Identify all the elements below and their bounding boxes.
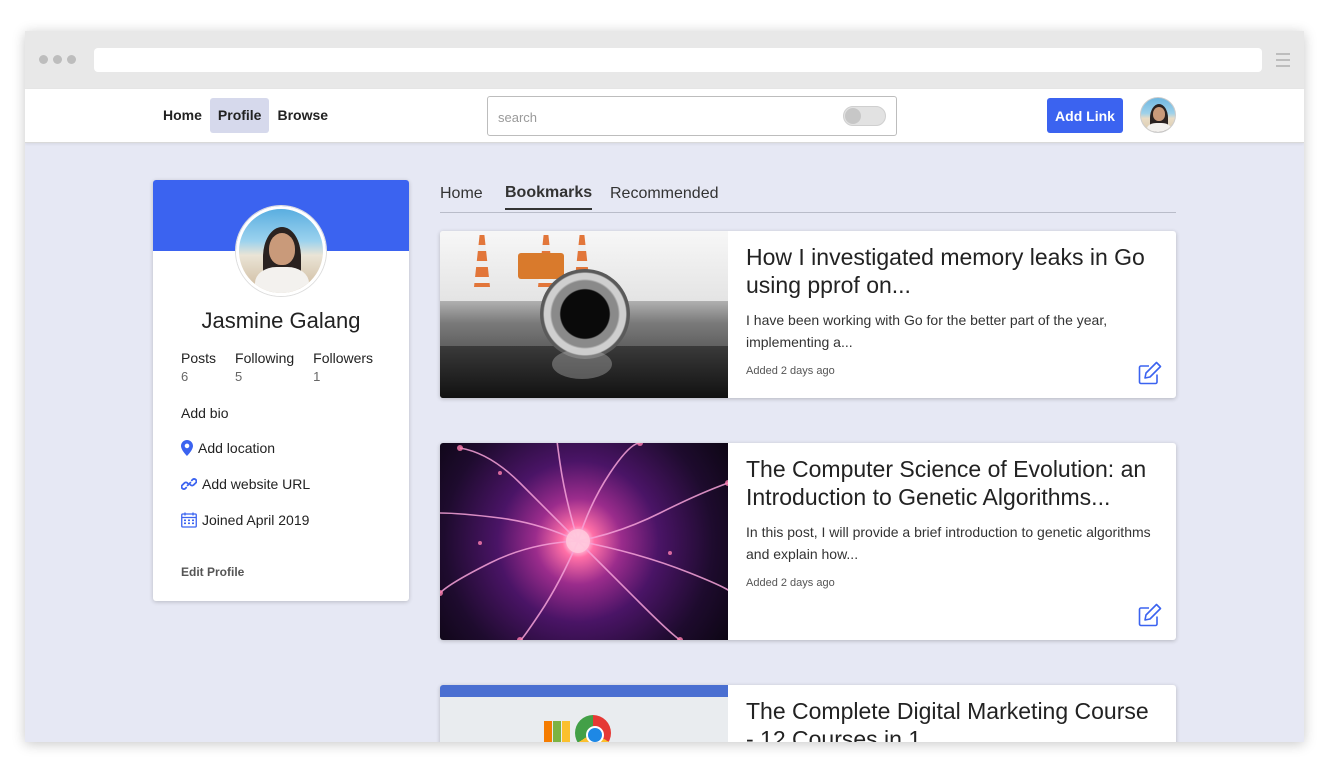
toggle-knob [845, 108, 861, 124]
add-bio-link[interactable]: Add bio [181, 405, 228, 421]
window-dot[interactable] [67, 55, 76, 64]
edit-icon[interactable] [1137, 360, 1163, 386]
bookmark-body: The Computer Science of Evolution: an In… [746, 455, 1156, 589]
window-controls [39, 55, 76, 64]
bookmark-description: In this post, I will provide a brief int… [746, 524, 1151, 562]
location-pin-icon [181, 440, 193, 456]
browser-chrome [25, 31, 1304, 89]
stat-label: Following [235, 350, 295, 366]
menu-icon[interactable] [1276, 53, 1290, 67]
add-link-button[interactable]: Add Link [1047, 98, 1123, 133]
bookmark-image[interactable] [440, 685, 728, 742]
bookmark-card[interactable]: How I investigated memory leaks in Go us… [440, 231, 1176, 398]
bookmark-body: How I investigated memory leaks in Go us… [746, 243, 1156, 377]
bookmark-title[interactable]: The Computer Science of Evolution: an In… [746, 455, 1156, 511]
address-bar[interactable] [94, 48, 1262, 72]
profile-name: Jasmine Galang [201, 308, 361, 333]
bookmark-meta: Added 2 days ago [746, 577, 835, 589]
bookmark-title[interactable]: How I investigated memory leaks in Go us… [746, 243, 1156, 299]
tab-recommended[interactable]: Recommended [610, 185, 719, 209]
bookmark-body: The Complete Digital Marketing Course - … [746, 697, 1156, 742]
stat-posts[interactable]: Posts 6 [181, 350, 216, 384]
add-website-link[interactable]: Add website URL [181, 476, 310, 492]
top-navbar: Home Profile Browse Add Link [25, 89, 1304, 143]
content-tabs: Home Bookmarks Recommended [440, 182, 1176, 213]
search-box [487, 96, 897, 136]
bio-label: Add bio [181, 405, 229, 421]
stat-label: Followers [313, 350, 374, 366]
tab-home[interactable]: Home [440, 185, 483, 209]
nav-link-browse[interactable]: Browse [269, 98, 336, 133]
profile-card: Jasmine Galang Posts 6 Following 5 Follo… [153, 180, 409, 601]
link-icon [181, 478, 197, 490]
bookmark-title[interactable]: The Complete Digital Marketing Course - … [746, 697, 1156, 742]
stat-value: 1 [313, 369, 321, 384]
browser-window: Home Profile Browse Add Link Jasmine Gal… [25, 31, 1304, 742]
joined-date: Joined April 2019 [181, 512, 309, 528]
calendar-icon [181, 512, 197, 528]
search-input[interactable] [498, 106, 828, 128]
window-dot[interactable] [53, 55, 62, 64]
stat-followers[interactable]: Followers 1 [313, 350, 373, 384]
nav-links: Home Profile Browse [155, 98, 336, 133]
nav-link-home[interactable]: Home [155, 98, 210, 133]
tab-bookmarks[interactable]: Bookmarks [505, 184, 593, 210]
joined-label: Joined April 2019 [202, 512, 310, 528]
bookmark-image[interactable] [440, 231, 728, 398]
user-avatar[interactable] [1140, 97, 1176, 133]
stat-value: 5 [235, 369, 243, 384]
window-dot[interactable] [39, 55, 48, 64]
search-toggle[interactable] [843, 106, 886, 126]
nav-link-profile[interactable]: Profile [209, 98, 270, 133]
profile-stats: Posts 6 Following 5 Followers 1 [181, 350, 392, 384]
website-label: Add website URL [202, 476, 311, 492]
location-label: Add location [198, 440, 276, 456]
bookmark-card[interactable]: The Computer Science of Evolution: an In… [440, 443, 1176, 640]
bookmark-image[interactable] [440, 443, 728, 640]
bookmark-meta: Added 2 days ago [746, 365, 835, 377]
bookmark-card[interactable]: The Complete Digital Marketing Course - … [440, 685, 1176, 742]
edit-profile-link[interactable]: Edit Profile [181, 565, 244, 579]
add-location-link[interactable]: Add location [181, 440, 275, 456]
stat-label: Posts [181, 350, 217, 366]
edit-icon[interactable] [1137, 602, 1163, 628]
profile-avatar [236, 206, 326, 296]
stat-value: 6 [181, 369, 189, 384]
stat-following[interactable]: Following 5 [235, 350, 294, 384]
bookmark-description: I have been working with Go for the bett… [746, 312, 1108, 350]
